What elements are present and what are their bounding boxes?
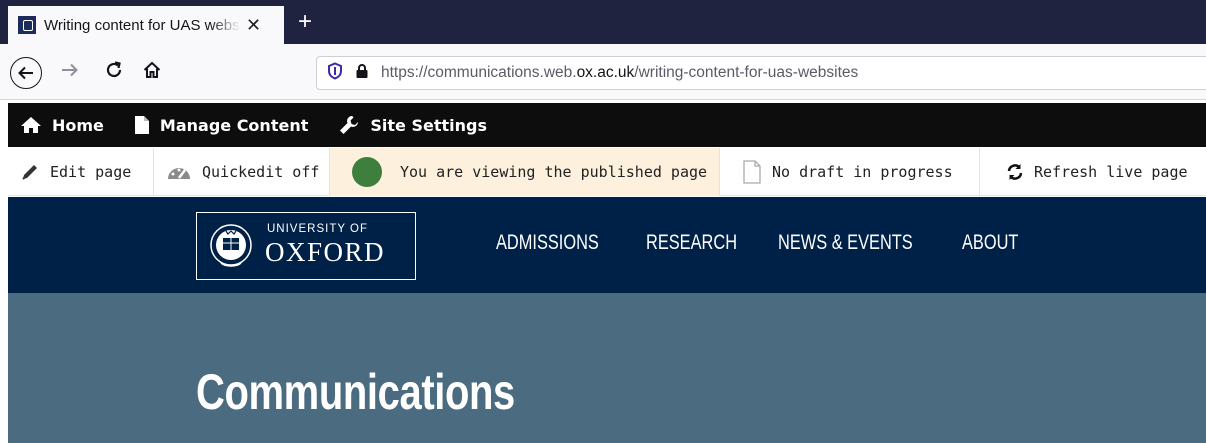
url-domain: ox.ac.uk — [576, 64, 635, 81]
pencil-icon — [22, 165, 37, 180]
nav-item-news-events[interactable]: NEWS & EVENTS — [778, 231, 922, 255]
admin-item-manage-content[interactable]: Manage Content — [134, 115, 308, 135]
admin-item-label: Home — [52, 115, 104, 135]
main-nav: ADMISSIONS RESEARCH NEWS & EVENTS ABOUT — [496, 231, 1042, 255]
quickedit-toggle[interactable]: Quickedit off — [154, 148, 330, 196]
url-text: https://communications.web.ox.ac.uk/writ… — [381, 64, 858, 82]
status-indicator — [352, 157, 382, 187]
admin-item-site-settings[interactable]: Site Settings — [338, 114, 487, 136]
admin-item-label: Site Settings — [370, 115, 487, 135]
tab-title: Writing content for UAS websites — [44, 16, 240, 34]
lock-icon[interactable] — [355, 63, 369, 84]
admin-item-label: Manage Content — [159, 115, 309, 135]
admin-item-home[interactable]: Home — [20, 116, 104, 135]
logo-line-1: UNIVERSITY OF — [267, 223, 368, 235]
draft-label: No draft in progress — [772, 163, 953, 181]
url-prefix: https://communications.web. — [381, 64, 577, 81]
close-icon[interactable]: ✕ — [246, 16, 261, 34]
status-label: You are viewing the published page — [400, 163, 708, 181]
arrow-right-icon[interactable] — [60, 60, 80, 85]
plus-icon[interactable]: + — [298, 10, 312, 34]
arrow-left-icon[interactable] — [10, 57, 42, 89]
shield-icon[interactable] — [327, 61, 343, 85]
nav-item-admissions[interactable]: ADMISSIONS — [496, 231, 613, 255]
nav-item-research[interactable]: RESEARCH — [646, 231, 749, 255]
draft-status: No draft in progress — [720, 148, 980, 196]
quickedit-label: Quickedit off — [202, 163, 320, 181]
edit-page-button[interactable]: Edit page — [8, 148, 154, 196]
reload-icon[interactable] — [104, 60, 124, 85]
refresh-label: Refresh live page — [1034, 163, 1188, 181]
edit-toolbar: Edit page Quickedit off You are viewing … — [8, 148, 1206, 196]
publish-status: You are viewing the published page — [330, 148, 720, 196]
logo-line-2: OXFORD — [265, 237, 386, 267]
page-title: Communications — [196, 364, 515, 420]
blank-document-icon — [743, 160, 761, 184]
document-icon — [134, 116, 149, 134]
wrench-icon — [340, 116, 359, 134]
site-favicon-icon — [18, 16, 36, 34]
nav-item-about[interactable]: ABOUT — [962, 231, 1024, 255]
site-header: UNIVERSITY OF OXFORD ADMISSIONS RESEARCH… — [8, 197, 1206, 293]
admin-toolbar: Home Manage Content Site Settings — [8, 103, 1206, 147]
browser-nav-bar: https://communications.web.ox.ac.uk/writ… — [0, 44, 1206, 100]
browser-tab-strip: Writing content for UAS websites ✕ + — [0, 0, 1206, 44]
url-path: /writing-content-for-uas-websites — [634, 64, 859, 81]
home-icon[interactable] — [142, 60, 162, 85]
refresh-icon — [1007, 164, 1023, 180]
url-bar[interactable]: https://communications.web.ox.ac.uk/writ… — [316, 56, 1206, 90]
refresh-live-page-button[interactable]: Refresh live page — [980, 148, 1206, 196]
oxford-crest-icon — [210, 224, 252, 267]
browser-tab[interactable]: Writing content for UAS websites ✕ — [8, 6, 284, 44]
oxford-logo[interactable]: UNIVERSITY OF OXFORD — [196, 212, 416, 280]
home-icon — [21, 117, 41, 133]
gauge-icon — [168, 168, 190, 179]
edit-page-label: Edit page — [50, 163, 132, 181]
hero-banner: Communications — [8, 293, 1206, 443]
